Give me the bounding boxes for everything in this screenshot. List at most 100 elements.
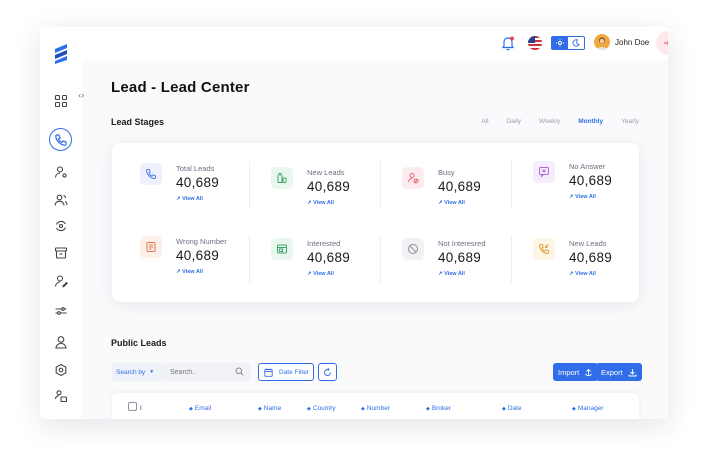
tab-yearly[interactable]: Yearly: [621, 118, 639, 125]
user-edit-icon[interactable]: [51, 271, 71, 291]
logout-button[interactable]: [656, 31, 668, 55]
page-title: Lead - Lead Center: [111, 79, 250, 96]
stat-wrong-number: Wrong Number 40,689 ↗ View All: [140, 236, 260, 296]
collapse-sidebar-icon[interactable]: ‹›: [78, 91, 88, 101]
no-answer-icon: [533, 161, 555, 183]
stat-busy: Busy 40,689 ↗ View All: [402, 167, 522, 227]
stat-label: No Answer: [569, 162, 606, 171]
stat-not-interested: Not Interesred 40,689 ↗ View All: [402, 238, 522, 298]
leads-table-header: I ◆ Email ◆ Name ◆ Country ◆ Number ◆ Broker …: [112, 393, 639, 419]
incoming-call-icon: [533, 238, 555, 260]
stat-value: 40,689: [176, 248, 220, 263]
import-button[interactable]: Import: [553, 363, 599, 381]
busy-icon: [402, 167, 424, 189]
stat-label: Total Leads: [176, 164, 215, 173]
stat-label: Busy: [438, 168, 455, 177]
user-settings-icon[interactable]: [51, 162, 71, 182]
logo-icon[interactable]: [52, 43, 70, 65]
bottles-icon: [271, 167, 293, 189]
view-all-link[interactable]: ↗ View All: [307, 271, 334, 277]
search-icon[interactable]: [235, 367, 244, 376]
users-icon[interactable]: [51, 190, 71, 210]
stat-label: Wrong Number: [176, 237, 227, 246]
period-tabs: All Daily Weekly Monthly Yearly: [463, 118, 639, 125]
refresh-button[interactable]: [318, 363, 337, 381]
export-label: Export: [601, 367, 623, 377]
phone-icon: [140, 163, 162, 185]
refresh-icon: [324, 367, 331, 376]
view-all-link[interactable]: ↗ View All: [176, 269, 203, 275]
interested-icon: [271, 238, 293, 260]
search-box: [164, 363, 250, 381]
tab-monthly[interactable]: Monthly: [578, 118, 603, 125]
stat-value: 40,689: [438, 179, 482, 194]
wrong-number-icon: [140, 236, 162, 258]
download-icon: [628, 368, 637, 376]
theme-toggle[interactable]: [551, 36, 585, 50]
stat-interested: Interested 40,689 ↗ View All: [271, 238, 391, 298]
view-all-link[interactable]: ↗ View All: [176, 196, 203, 202]
date-filter-button[interactable]: Date Filter: [258, 363, 314, 381]
view-all-link[interactable]: ↗ View All: [438, 200, 465, 206]
stat-label: New Leads: [569, 239, 607, 248]
view-all-link[interactable]: ↗ View All: [307, 200, 334, 206]
sync-icon[interactable]: [51, 216, 71, 236]
view-all-link[interactable]: ↗ View All: [569, 194, 596, 200]
stat-value: 40,689: [438, 250, 482, 265]
sun-icon[interactable]: [552, 37, 568, 49]
tab-weekly[interactable]: Weekly: [539, 118, 560, 125]
column-header-broker[interactable]: ◆ Broker: [426, 405, 451, 412]
stat-value: 40,689: [569, 250, 613, 265]
view-all-link[interactable]: ↗ View All: [438, 271, 465, 277]
date-filter-label: Date Filter: [279, 368, 309, 376]
stat-value: 40,689: [307, 179, 351, 194]
stat-label: Not Interesred: [438, 239, 486, 248]
user-name[interactable]: John Doe: [615, 38, 649, 47]
settings-icon[interactable]: [51, 360, 71, 380]
filters-icon[interactable]: [51, 301, 71, 321]
stat-value: 40,689: [176, 175, 220, 190]
public-leads-title: Public Leads: [111, 338, 167, 348]
moon-icon[interactable]: [568, 37, 584, 49]
column-header-manager[interactable]: ◆ Manager: [572, 405, 604, 412]
stat-value: 40,689: [307, 250, 351, 265]
tab-all[interactable]: All: [481, 118, 488, 125]
avatar[interactable]: [594, 34, 610, 50]
column-header-id[interactable]: I: [140, 405, 142, 412]
column-header-name[interactable]: ◆ Name: [258, 405, 281, 412]
stat-new-leads: New Leads 40,689 ↗ View All: [271, 167, 391, 227]
archive-icon[interactable]: [51, 243, 71, 263]
top-bar: John Doe: [82, 27, 668, 60]
phone-nav-icon[interactable]: [49, 128, 72, 151]
not-interested-icon: [402, 238, 424, 260]
export-button[interactable]: Export: [596, 363, 642, 381]
logout-icon: [664, 40, 668, 46]
tab-daily[interactable]: Daily: [507, 118, 521, 125]
stat-total-leads: Total Leads 40,689 ↗ View All: [140, 163, 260, 223]
column-header-email[interactable]: ◆ Email: [189, 405, 211, 412]
select-all-checkbox[interactable]: [128, 402, 137, 411]
search-input[interactable]: [170, 368, 230, 376]
chevron-down-icon: ▼: [149, 369, 155, 375]
upload-icon: [585, 368, 593, 376]
sidebar: ‹›: [40, 27, 84, 419]
stat-new-leads-2: New Leads 40,689 ↗ View All: [533, 238, 653, 298]
us-flag-icon[interactable]: [528, 36, 542, 50]
column-header-country[interactable]: ◆ Country: [307, 405, 336, 412]
team-icon[interactable]: [51, 386, 71, 406]
dashboard-icon[interactable]: [51, 91, 71, 111]
calendar-icon: [264, 368, 273, 377]
column-header-date[interactable]: ◆ Date: [502, 405, 522, 412]
stat-value: 40,689: [569, 173, 613, 188]
stat-label: New Leads: [307, 168, 345, 177]
column-header-number[interactable]: ◆ Number: [361, 405, 390, 412]
lead-stats-card: Total Leads 40,689 ↗ View All New Leads …: [112, 143, 639, 302]
stat-label: Interested: [307, 239, 341, 248]
lead-stages-title: Lead Stages: [111, 117, 165, 127]
bell-icon[interactable]: [500, 35, 516, 51]
stat-no-answer: No Answer 40,689 ↗ View All: [533, 161, 653, 221]
search-by-label: Search by: [116, 368, 146, 376]
profile-icon[interactable]: [51, 332, 71, 352]
search-by-dropdown[interactable]: Search by ▼: [112, 363, 164, 381]
view-all-link[interactable]: ↗ View All: [569, 271, 596, 277]
